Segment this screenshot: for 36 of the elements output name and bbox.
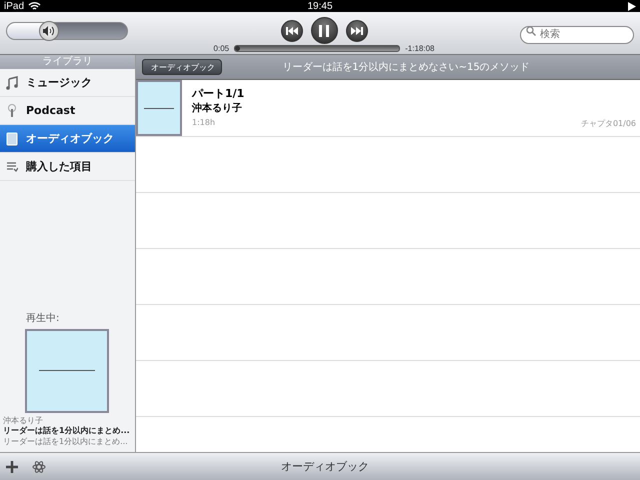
book-title: リーダーは話を1分以内にまとめなさい~15のメソッド: [281, 60, 531, 74]
cover-art: [136, 80, 182, 136]
track-duration: 1:18h: [192, 118, 216, 129]
track-author: 沖本るり子: [192, 102, 243, 115]
track-title: パート1/1: [192, 86, 246, 101]
elapsed-time: 0:05: [214, 44, 230, 53]
sidebar-title: ライブラリ: [0, 55, 135, 69]
next-button[interactable]: [346, 20, 368, 42]
bottom-title: オーディオブック: [280, 459, 370, 474]
next-icon: [350, 26, 362, 34]
volume-thumb[interactable]: [39, 21, 60, 41]
clock: 19:45: [307, 0, 333, 12]
chapter-label: チャプタ01/06: [580, 118, 636, 129]
music-note-icon: [6, 76, 18, 90]
list-icon: [6, 160, 18, 174]
now-playing-heading: 再生中:: [26, 312, 60, 326]
remaining-time: -1:18:08: [405, 44, 434, 53]
volume-slider[interactable]: [6, 22, 128, 40]
now-playing-album: リーダーは話を1分以内にまとめ...: [3, 437, 129, 448]
sidebar-item[interactable]: オーディオブック: [0, 125, 135, 153]
now-playing-title: リーダーは話を1分以内にまとめ...: [3, 426, 131, 438]
book-icon: [6, 132, 18, 146]
pause-icon: [319, 24, 329, 36]
track-row[interactable]: パート1/1 沖本るり子 1:18h チャプタ01/06: [136, 80, 640, 137]
cover-art[interactable]: [25, 328, 109, 413]
previous-button[interactable]: [280, 20, 302, 42]
atom-icon[interactable]: [32, 460, 46, 474]
back-button[interactable]: オーディオブック: [142, 59, 222, 75]
pause-button[interactable]: [310, 17, 338, 44]
search-field[interactable]: 検索: [520, 26, 634, 44]
add-icon[interactable]: [6, 460, 18, 472]
podcast-icon: [6, 104, 18, 118]
wifi-icon: [28, 1, 42, 11]
device-name: iPad: [4, 0, 24, 12]
now-playing-artist: 沖本るり子: [3, 416, 44, 426]
previous-icon: [286, 26, 298, 34]
